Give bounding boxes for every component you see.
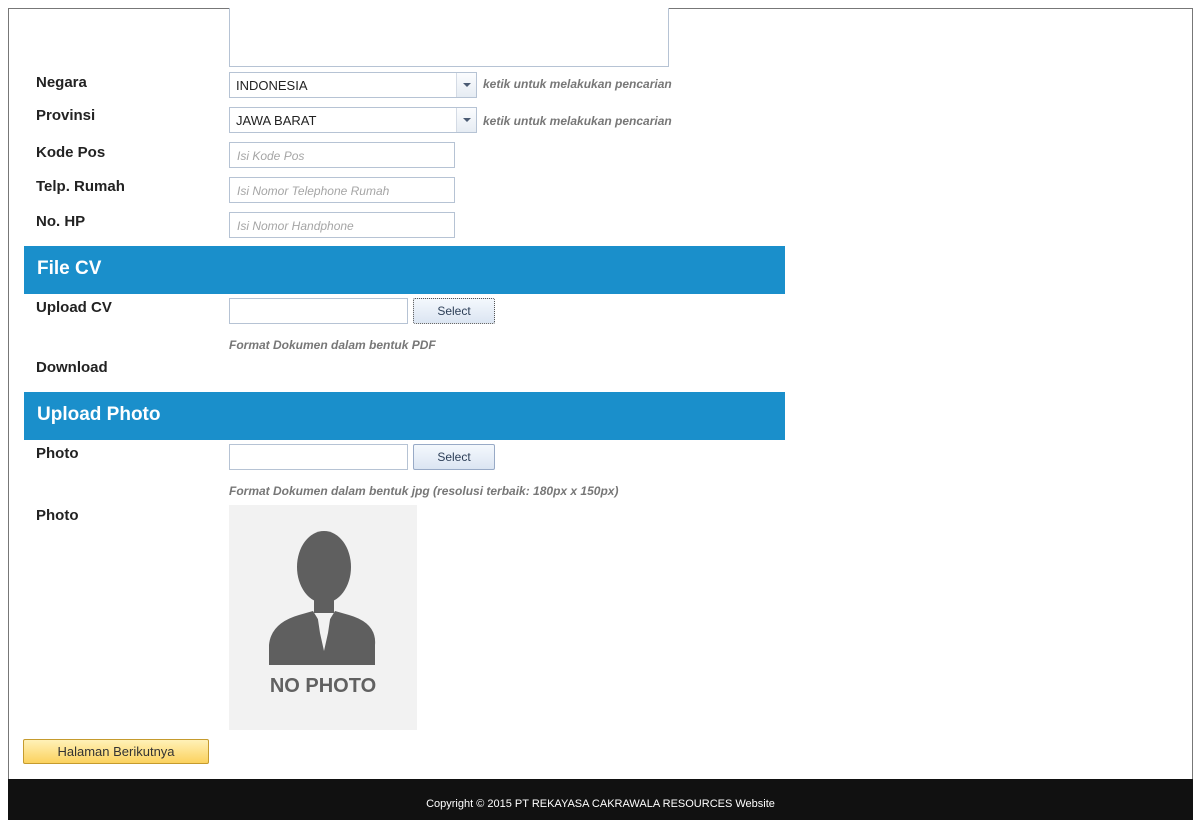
cv-format-note: Format Dokumen dalam bentuk PDF [229, 338, 436, 352]
footer-copyright: Copyright © 2015 PT REKAYASA CAKRAWALA R… [8, 779, 1193, 820]
provinsi-hint: ketik untuk melakukan pencarian [483, 114, 672, 128]
telp-rumah-label: Telp. Rumah [36, 178, 125, 195]
photo-upload-input[interactable] [229, 444, 408, 470]
negara-combobox[interactable]: INDONESIA [229, 72, 477, 98]
file-cv-header: File CV [24, 246, 785, 294]
photo-preview-label: Photo [36, 507, 79, 524]
kode-pos-placeholder: Isi Kode Pos [237, 149, 305, 163]
no-hp-placeholder: Isi Nomor Handphone [237, 219, 354, 233]
upload-photo-header: Upload Photo [24, 392, 785, 440]
telp-rumah-input[interactable]: Isi Nomor Telephone Rumah [229, 177, 455, 203]
address-textarea[interactable] [229, 8, 669, 67]
kode-pos-input[interactable]: Isi Kode Pos [229, 142, 455, 168]
next-page-button[interactable]: Halaman Berikutnya [23, 739, 209, 764]
photo-format-note: Format Dokumen dalam bentuk jpg (resolus… [229, 484, 619, 498]
photo-preview: NO PHOTO [229, 505, 417, 730]
download-label[interactable]: Download [36, 359, 108, 376]
negara-value: INDONESIA [236, 78, 308, 93]
negara-hint: ketik untuk melakukan pencarian [483, 77, 672, 91]
no-photo-text: NO PHOTO [269, 675, 377, 697]
upload-cv-select-button[interactable]: Select [413, 298, 495, 324]
provinsi-label: Provinsi [36, 107, 96, 124]
kode-pos-label: Kode Pos [36, 144, 106, 161]
upload-cv-input[interactable] [229, 298, 408, 324]
negara-label: Negara [36, 74, 87, 91]
upload-cv-label: Upload CV [36, 299, 112, 316]
no-hp-label: No. HP [36, 213, 86, 230]
provinsi-combobox[interactable]: JAWA BARAT [229, 107, 477, 133]
telp-rumah-placeholder: Isi Nomor Telephone Rumah [237, 184, 390, 198]
chevron-down-icon[interactable] [456, 73, 476, 97]
provinsi-value: JAWA BARAT [236, 113, 317, 128]
photo-upload-label: Photo [36, 445, 79, 462]
no-hp-input[interactable]: Isi Nomor Handphone [229, 212, 455, 238]
chevron-down-icon[interactable] [456, 108, 476, 132]
photo-select-button[interactable]: Select [413, 444, 495, 470]
